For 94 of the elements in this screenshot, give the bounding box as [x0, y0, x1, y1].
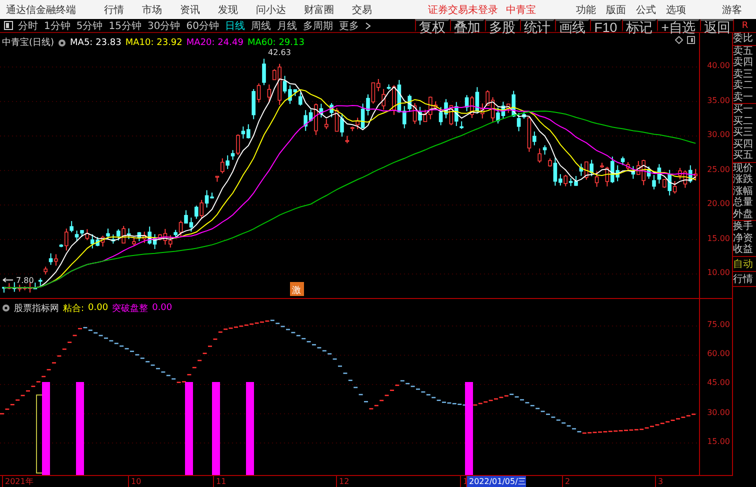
indicator-value: 0.00: [88, 303, 108, 314]
price-axis-label: 20.00: [707, 199, 730, 208]
menu-item[interactable]: 行情: [104, 2, 124, 16]
quote-field-label: 买四: [733, 138, 754, 150]
menu-item[interactable]: 版面: [606, 2, 626, 16]
indicator-axis-label: 15.00: [707, 436, 730, 446]
quote-field-label: 涨跌: [733, 174, 754, 186]
menu-item[interactable]: 选项: [666, 2, 686, 16]
user-label[interactable]: 游客: [722, 2, 742, 16]
quote-field-label: 涨幅: [733, 186, 754, 196]
date-axis-label: 2021年: [2, 476, 34, 487]
indicator-axis-label: 60.00: [707, 349, 730, 358]
quote-field-label: 卖四: [733, 57, 754, 68]
indicator-name: 股票指标网: [14, 302, 59, 315]
date-axis-label: 3: [655, 476, 664, 487]
period-tab[interactable]: 日线: [224, 18, 245, 32]
chevron-right-icon: [364, 22, 371, 30]
price-axis-label: 30.00: [707, 130, 730, 139]
indicator-value: 0.00: [152, 303, 172, 314]
quote-field-label: 卖二: [733, 80, 754, 92]
toolbar-button[interactable]: 标记: [622, 19, 658, 32]
quote-field-label: 买五: [733, 150, 754, 162]
menu-item[interactable]: 功能: [576, 2, 596, 16]
menu-item[interactable]: 问小达: [256, 2, 286, 16]
quote-field-label: 委比: [733, 33, 754, 44]
date-axis-label: 2: [562, 476, 570, 487]
toolbar-button[interactable]: 叠加: [450, 19, 486, 32]
diamond-icon[interactable]: [675, 36, 684, 44]
signal-marker: 激: [290, 282, 304, 296]
menu-item[interactable]: 公式: [636, 2, 656, 16]
panel-toggle-icon[interactable]: [687, 36, 696, 44]
price-axis-label: 10.00: [707, 268, 730, 277]
price-axis-label: 40.00: [707, 61, 730, 70]
menu-item[interactable]: 资讯: [180, 2, 200, 16]
toolbar-button[interactable]: F10: [590, 19, 622, 32]
high-price-label: 42.63: [268, 48, 291, 57]
ma-value-label: MA60: 29.13: [247, 38, 304, 48]
stock-name-link[interactable]: 中青宝: [506, 2, 536, 16]
price-axis-label: 25.00: [707, 164, 730, 174]
quote-field-label: 买一: [733, 104, 754, 116]
toolbar-button[interactable]: 复权: [415, 19, 450, 32]
period-tab[interactable]: 15分钟: [108, 18, 142, 32]
indicator-label: 粘合:: [63, 302, 84, 315]
indicator-axis-label: 75.00: [707, 320, 730, 329]
quote-field-label: 买二: [733, 116, 754, 127]
quote-field-label: 卖三: [733, 68, 754, 80]
period-tab[interactable]: 月线: [276, 18, 297, 32]
menu-item[interactable]: 市场: [142, 2, 162, 16]
quote-field-label: 换手: [733, 221, 754, 232]
date-axis-label: 12: [336, 476, 350, 487]
menu-item[interactable]: 交易: [352, 2, 372, 16]
quote-field-label: 现价: [733, 162, 754, 174]
menu-item[interactable]: 财富圈: [304, 2, 334, 16]
panel-button[interactable]: 行情: [733, 272, 756, 286]
period-tab[interactable]: 1分钟: [44, 18, 70, 32]
indicator-label: 突破盘整: [112, 302, 148, 315]
corner-label: R: [740, 20, 750, 30]
quote-field-label: 净资: [733, 232, 754, 244]
low-price-label: 7.80: [16, 276, 34, 285]
period-tab[interactable]: 周线: [250, 18, 271, 32]
quote-field-label: 卖五: [733, 46, 754, 56]
quote-field-label: 卖一: [733, 92, 754, 103]
toolbar-button[interactable]: +自选: [657, 19, 700, 32]
login-status-link[interactable]: 证券交易未登录: [428, 2, 498, 16]
menu-item[interactable]: 发现: [218, 2, 238, 16]
panel-toggle-icon[interactable]: [4, 21, 13, 30]
quote-field-label: 收益: [733, 244, 754, 256]
ma-value-label: MA20: 24.49: [186, 38, 244, 48]
quote-field-label: 买三: [733, 127, 754, 138]
app-title: 通达信金融终端: [6, 4, 76, 16]
period-tab[interactable]: 5分钟: [76, 18, 103, 32]
ma-value-label: MA5: 23.83: [70, 38, 122, 48]
chart-title: 中青宝(日线): [2, 36, 54, 49]
period-tab[interactable]: 60分钟: [186, 18, 219, 32]
panel-button[interactable]: 自动: [733, 256, 756, 272]
date-axis-label: 2022/01/05/三: [466, 476, 526, 487]
indicator-axis-label: 45.00: [707, 378, 730, 388]
arrow-icon: [2, 278, 14, 282]
ma-value-label: MA10: 23.92: [125, 38, 182, 48]
toolbar-button[interactable]: 统计: [520, 19, 556, 32]
period-tab[interactable]: 多周期: [302, 18, 333, 32]
indicator-axis-label: 30.00: [707, 408, 730, 417]
period-tab[interactable]: 更多: [338, 18, 359, 32]
period-tab[interactable]: 30分钟: [147, 18, 180, 32]
toolbar-button[interactable]: 返回: [700, 19, 734, 32]
toolbar-button[interactable]: 多股: [485, 19, 520, 32]
toolbar-button[interactable]: 画线: [555, 19, 590, 32]
quote-field-label: 外盘: [733, 208, 754, 220]
date-axis-label: 11: [213, 476, 226, 487]
date-axis-label: 10: [128, 476, 142, 487]
price-axis-label: 15.00: [707, 234, 730, 242]
quote-field-label: 总量: [733, 197, 754, 208]
price-axis-label: 35.00: [707, 96, 730, 104]
period-tab[interactable]: 分时: [18, 18, 38, 32]
